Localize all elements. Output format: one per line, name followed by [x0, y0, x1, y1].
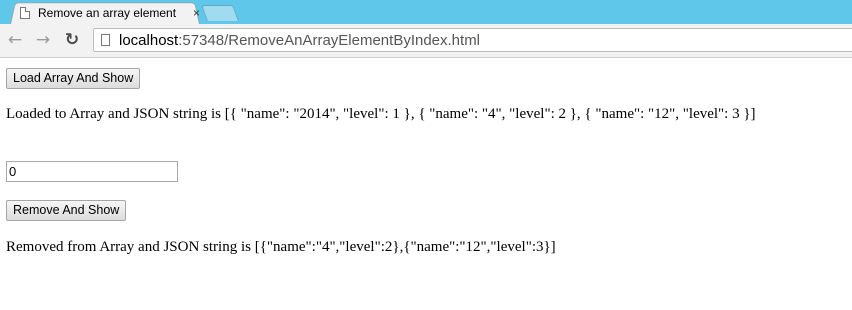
url-text: localhost:57348/RemoveAnArrayElementByIn…: [119, 32, 480, 49]
close-icon[interactable]: ×: [193, 6, 200, 20]
browser-toolbar: ← → ↻ localhost:57348/RemoveAnArrayEleme…: [0, 24, 852, 58]
address-bar[interactable]: localhost:57348/RemoveAnArrayElementByIn…: [93, 28, 852, 52]
url-path: :57348/RemoveAnArrayElementByIndex.html: [178, 31, 481, 49]
index-input[interactable]: [6, 161, 178, 182]
page-icon: [101, 34, 110, 46]
new-tab-button[interactable]: [201, 5, 239, 21]
tab-strip: Remove an array element ×: [0, 0, 852, 24]
url-host: localhost: [119, 31, 179, 49]
load-array-button[interactable]: Load Array And Show: [6, 68, 141, 89]
removed-output-text: Removed from Array and JSON string is [{…: [6, 239, 556, 255]
page-content: Load Array And Show Loaded to Array and …: [0, 58, 852, 310]
loaded-output-text: Loaded to Array and JSON string is [{ "n…: [6, 106, 756, 122]
back-arrow-icon[interactable]: ←: [5, 30, 25, 50]
forward-arrow-icon[interactable]: →: [33, 30, 53, 50]
page-icon: [20, 7, 30, 19]
active-tab[interactable]: Remove an array element ×: [20, 5, 200, 21]
reload-icon[interactable]: ↻: [62, 30, 82, 50]
tab-title: Remove an array element: [38, 6, 177, 20]
remove-and-show-button[interactable]: Remove And Show: [6, 200, 127, 221]
